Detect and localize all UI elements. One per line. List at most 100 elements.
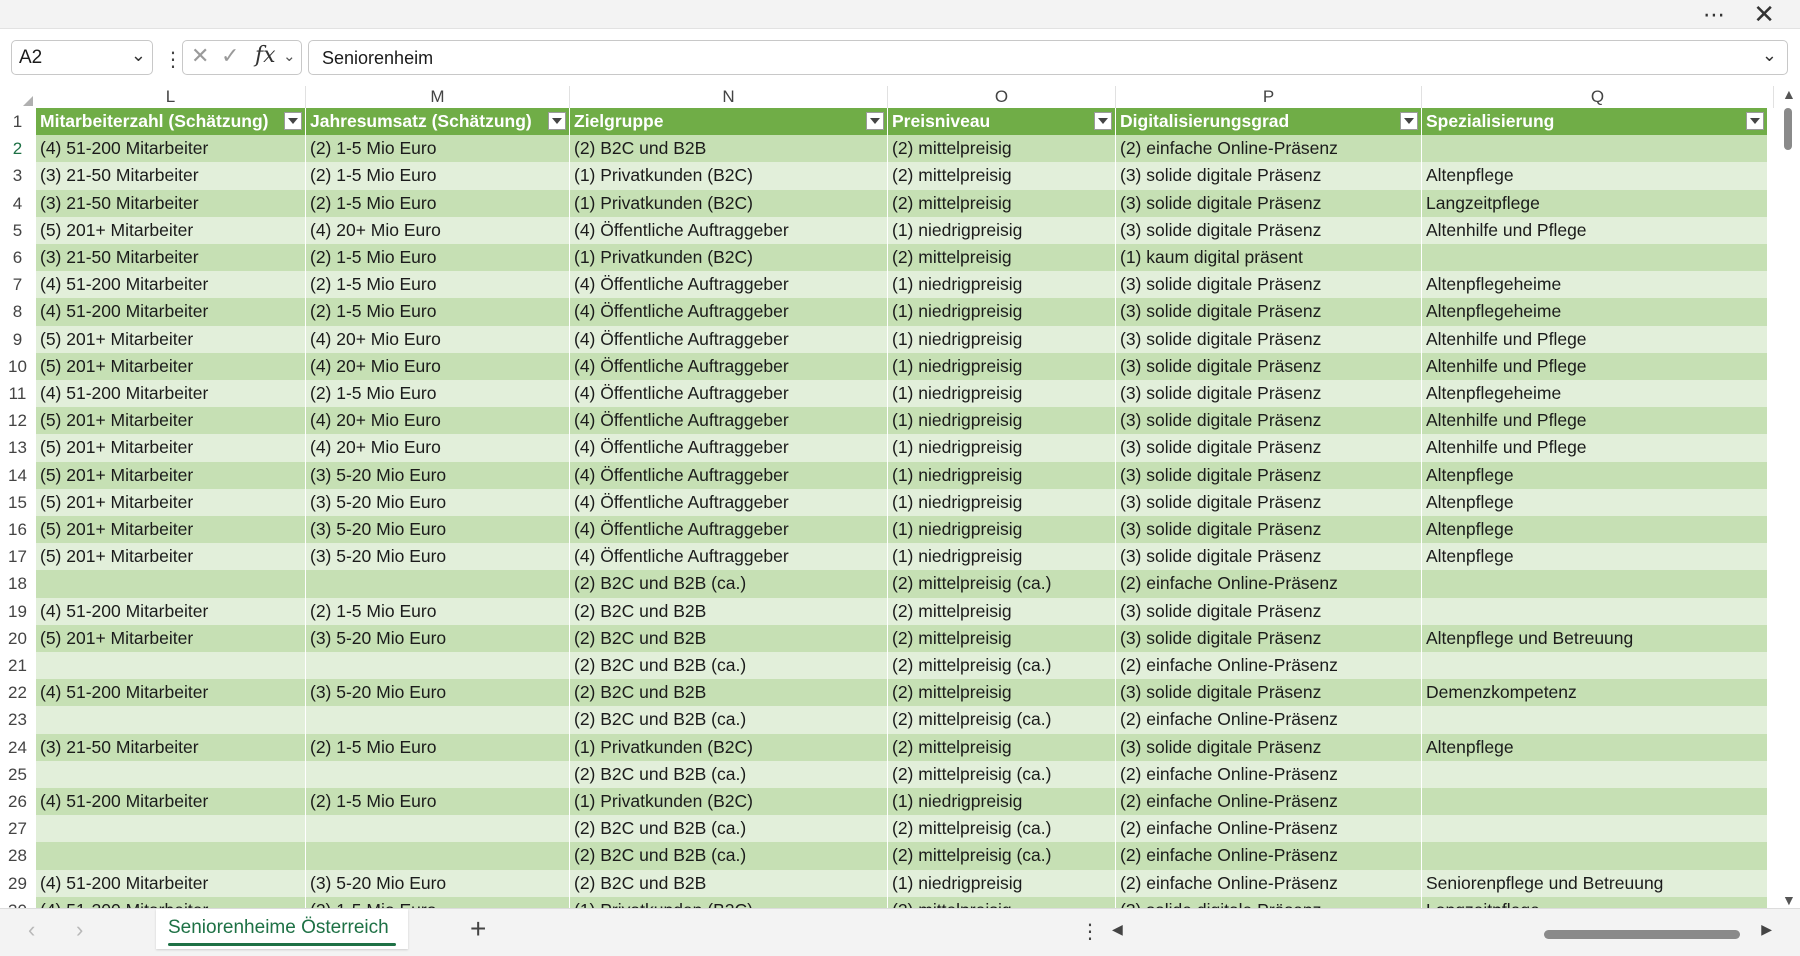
column-header-p[interactable]: P xyxy=(1116,86,1422,108)
table-cell[interactable]: (4) 51-200 Mitarbeiter xyxy=(36,298,306,326)
row-number[interactable]: 15 xyxy=(0,489,35,516)
horizontal-scrollbar[interactable]: ◀ ▶ xyxy=(1112,921,1772,945)
table-cell[interactable]: (4) Öffentliche Auftraggeber xyxy=(570,216,888,244)
row-number[interactable]: 9 xyxy=(0,326,35,353)
table-cell[interactable]: (5) 201+ Mitarbeiter xyxy=(36,434,306,462)
table-header-cell[interactable]: Preisniveau xyxy=(888,108,1116,135)
table-cell[interactable]: Altenpflege xyxy=(1422,516,1768,544)
table-cell[interactable]: (2) mittelpreisig xyxy=(888,896,1116,908)
row-number[interactable]: 12 xyxy=(0,407,35,434)
table-cell[interactable]: (2) 1-5 Mio Euro xyxy=(306,244,570,272)
table-cell[interactable]: (1) niedrigpreisig xyxy=(888,352,1116,380)
table-cell[interactable]: (5) 201+ Mitarbeiter xyxy=(36,461,306,489)
table-cell[interactable] xyxy=(1422,706,1768,734)
table-cell[interactable]: (1) niedrigpreisig xyxy=(888,869,1116,897)
table-cell[interactable]: (2) 1-5 Mio Euro xyxy=(306,788,570,816)
table-cell[interactable]: (2) einfache Online-Präsenz xyxy=(1116,570,1422,598)
row-number[interactable]: 7 xyxy=(0,271,35,298)
table-cell[interactable]: (2) B2C und B2B xyxy=(570,597,888,625)
scroll-left-icon[interactable]: ◀ xyxy=(1112,921,1123,938)
table-cell[interactable]: (1) niedrigpreisig xyxy=(888,488,1116,516)
row-number[interactable]: 23 xyxy=(0,706,35,733)
table-cell[interactable]: (2) einfache Online-Präsenz xyxy=(1116,869,1422,897)
table-cell[interactable]: (1) niedrigpreisig xyxy=(888,543,1116,571)
table-cell[interactable]: (2) mittelpreisig (ca.) xyxy=(888,760,1116,788)
table-cell[interactable]: (3) solide digitale Präsenz xyxy=(1116,624,1422,652)
row-number[interactable]: 17 xyxy=(0,543,35,570)
table-cell[interactable]: (2) B2C und B2B (ca.) xyxy=(570,570,888,598)
row-number[interactable]: 8 xyxy=(0,298,35,325)
table-cell[interactable]: (4) 20+ Mio Euro xyxy=(306,407,570,435)
table-cell[interactable]: (1) niedrigpreisig xyxy=(888,407,1116,435)
table-cell[interactable]: (2) B2C und B2B xyxy=(570,624,888,652)
table-cell[interactable]: (3) 21-50 Mitarbeiter xyxy=(36,189,306,217)
add-sheet-icon[interactable]: + xyxy=(470,913,486,945)
table-cell[interactable]: (1) niedrigpreisig xyxy=(888,271,1116,299)
table-cell[interactable]: (1) niedrigpreisig xyxy=(888,380,1116,408)
table-cell[interactable]: (2) 1-5 Mio Euro xyxy=(306,162,570,190)
filter-dropdown-icon[interactable] xyxy=(1400,112,1418,130)
table-cell[interactable]: (2) B2C und B2B xyxy=(570,135,888,163)
table-cell[interactable]: (2) mittelpreisig xyxy=(888,597,1116,625)
table-cell[interactable]: (2) einfache Online-Präsenz xyxy=(1116,842,1422,870)
table-cell[interactable]: (2) einfache Online-Präsenz xyxy=(1116,788,1422,816)
row-number[interactable]: 11 xyxy=(0,380,35,407)
table-cell[interactable] xyxy=(36,815,306,843)
table-header-cell[interactable]: Digitalisierungsgrad xyxy=(1116,108,1422,135)
table-cell[interactable]: Altenhilfe und Pflege xyxy=(1422,434,1768,462)
row-number[interactable]: 13 xyxy=(0,434,35,461)
name-box[interactable]: A2 ⌄ xyxy=(11,40,153,75)
table-cell[interactable]: (2) 1-5 Mio Euro xyxy=(306,189,570,217)
table-cell[interactable]: (1) niedrigpreisig xyxy=(888,788,1116,816)
table-header-cell[interactable]: Spezialisierung xyxy=(1422,108,1768,135)
table-cell[interactable]: (2) B2C und B2B xyxy=(570,679,888,707)
sheet-tab[interactable]: Seniorenheime Österreich xyxy=(156,909,408,949)
previous-sheet-icon[interactable]: ‹ xyxy=(28,917,35,943)
table-cell[interactable]: Altenpflege und Betreuung xyxy=(1422,624,1768,652)
table-cell[interactable]: (2) mittelpreisig xyxy=(888,244,1116,272)
table-cell[interactable] xyxy=(36,570,306,598)
table-cell[interactable] xyxy=(1422,652,1768,680)
table-cell[interactable]: (2) B2C und B2B (ca.) xyxy=(570,842,888,870)
expand-formula-icon[interactable]: ⌄ xyxy=(1762,45,1777,66)
column-header-o[interactable]: O xyxy=(888,86,1116,108)
table-cell[interactable] xyxy=(1422,135,1768,163)
table-cell[interactable]: (3) solide digitale Präsenz xyxy=(1116,733,1422,761)
row-number[interactable]: 1 xyxy=(0,108,35,135)
table-cell[interactable]: Altenpflege xyxy=(1422,461,1768,489)
table-cell[interactable]: (4) Öffentliche Auftraggeber xyxy=(570,298,888,326)
filter-dropdown-icon[interactable] xyxy=(1094,112,1112,130)
table-cell[interactable]: Altenpflegeheime xyxy=(1422,380,1768,408)
table-cell[interactable]: (3) solide digitale Präsenz xyxy=(1116,325,1422,353)
table-cell[interactable]: Altenpflege xyxy=(1422,543,1768,571)
table-cell[interactable]: (4) 51-200 Mitarbeiter xyxy=(36,135,306,163)
row-number[interactable]: 5 xyxy=(0,217,35,244)
table-cell[interactable] xyxy=(306,760,570,788)
table-cell[interactable]: (2) mittelpreisig xyxy=(888,679,1116,707)
table-cell[interactable]: (3) 5-20 Mio Euro xyxy=(306,543,570,571)
table-cell[interactable]: (3) solide digitale Präsenz xyxy=(1116,461,1422,489)
table-cell[interactable]: (2) 1-5 Mio Euro xyxy=(306,896,570,908)
horizontal-scroll-thumb[interactable] xyxy=(1544,930,1740,939)
scroll-down-icon[interactable]: ▼ xyxy=(1782,892,1796,908)
table-cell[interactable]: (2) 1-5 Mio Euro xyxy=(306,733,570,761)
table-cell[interactable]: (5) 201+ Mitarbeiter xyxy=(36,325,306,353)
table-cell[interactable]: (4) Öffentliche Auftraggeber xyxy=(570,325,888,353)
filter-dropdown-icon[interactable] xyxy=(866,112,884,130)
table-cell[interactable] xyxy=(306,652,570,680)
table-cell[interactable]: (3) solide digitale Präsenz xyxy=(1116,434,1422,462)
table-cell[interactable]: (4) Öffentliche Auftraggeber xyxy=(570,407,888,435)
table-cell[interactable]: (3) solide digitale Präsenz xyxy=(1116,162,1422,190)
table-cell[interactable]: (4) Öffentliche Auftraggeber xyxy=(570,461,888,489)
table-cell[interactable]: (3) solide digitale Präsenz xyxy=(1116,189,1422,217)
row-number[interactable]: 20 xyxy=(0,625,35,652)
select-all-corner[interactable] xyxy=(0,86,35,108)
table-cell[interactable]: (2) B2C und B2B (ca.) xyxy=(570,706,888,734)
table-cell[interactable] xyxy=(36,760,306,788)
more-options-icon[interactable]: ⋯ xyxy=(1703,2,1726,28)
table-cell[interactable]: (1) niedrigpreisig xyxy=(888,325,1116,353)
table-cell[interactable]: (5) 201+ Mitarbeiter xyxy=(36,543,306,571)
scroll-up-icon[interactable]: ▲ xyxy=(1782,86,1796,102)
row-number[interactable]: 24 xyxy=(0,734,35,761)
table-cell[interactable]: (3) 5-20 Mio Euro xyxy=(306,679,570,707)
